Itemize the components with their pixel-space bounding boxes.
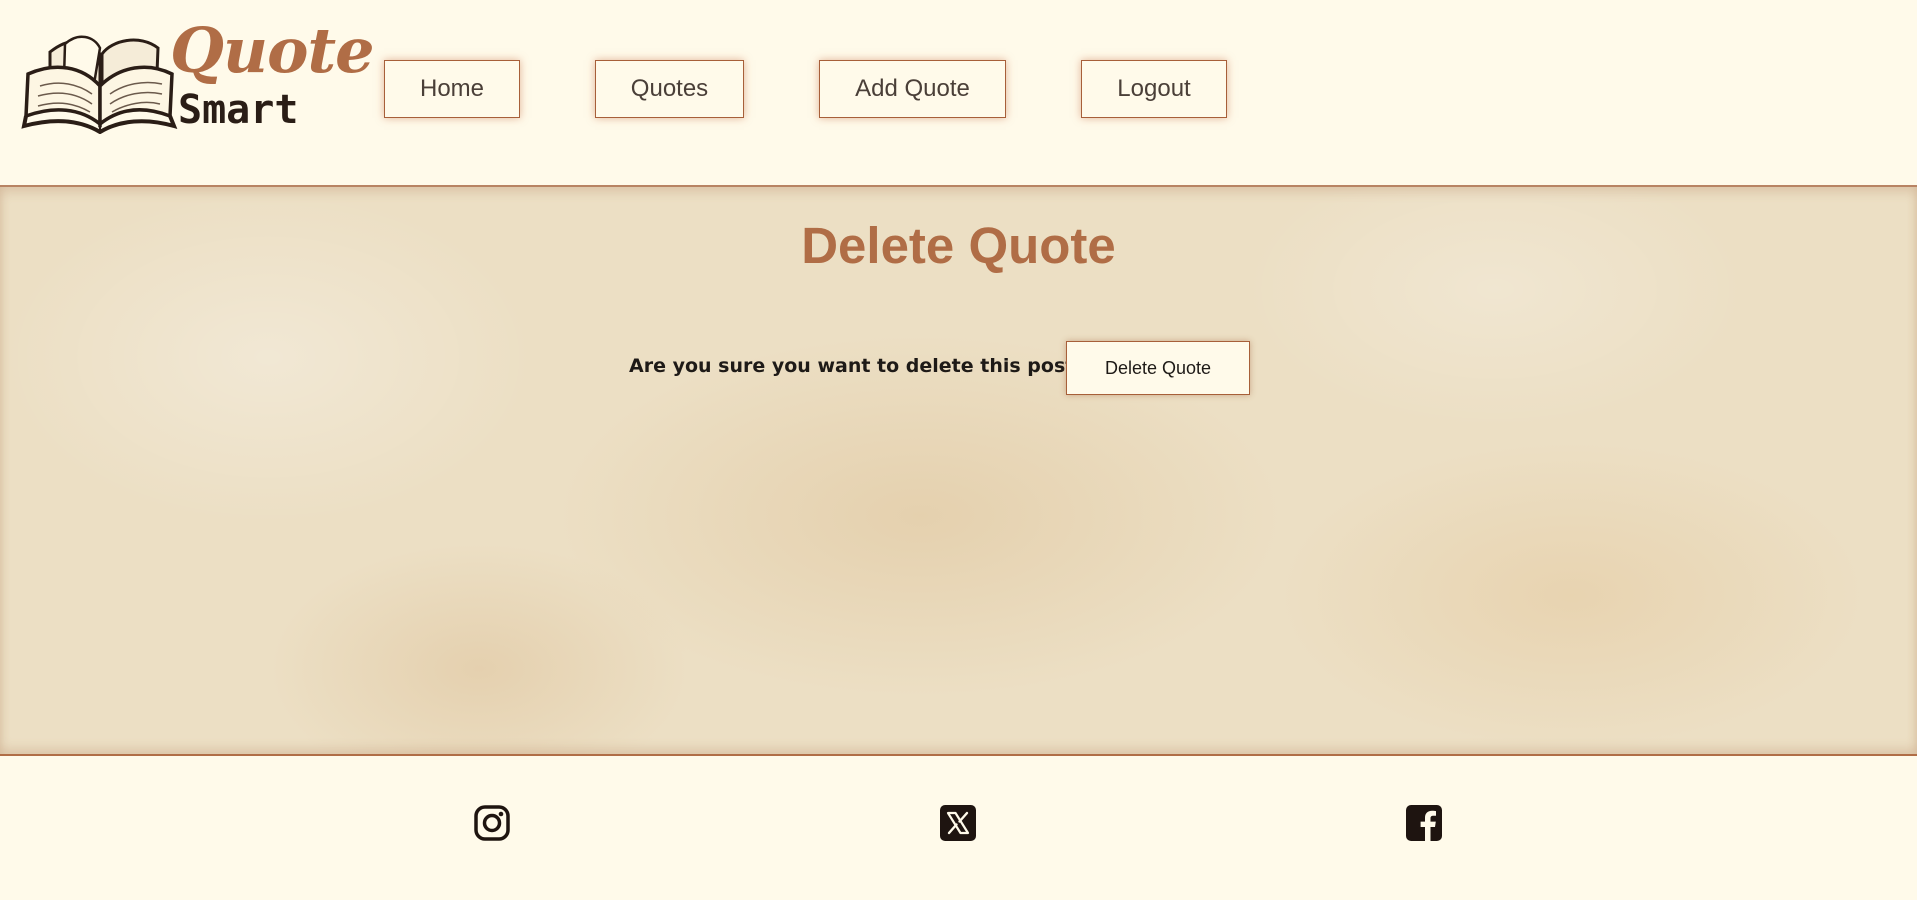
nav-add-quote-button[interactable]: Add Quote <box>819 60 1006 118</box>
open-book-icon <box>21 35 178 134</box>
nav-logout-button[interactable]: Logout <box>1081 60 1227 118</box>
page-title: Delete Quote <box>801 217 1116 274</box>
nav-home-button[interactable]: Home <box>384 60 520 118</box>
logo-text-smart: Smart <box>178 87 299 133</box>
nav-quotes-button[interactable]: Quotes <box>595 60 744 118</box>
delete-quote-button[interactable]: Delete Quote <box>1066 341 1250 395</box>
facebook-icon[interactable] <box>1405 804 1443 842</box>
site-header: Quote Smart Home Quotes Add Quote Logout <box>0 0 1917 185</box>
instagram-icon[interactable] <box>473 804 511 842</box>
delete-confirm-prompt: Are you sure you want to delete this pos… <box>629 355 1086 377</box>
logo-text-quote: Quote <box>170 14 375 87</box>
quotesmart-logo[interactable]: Quote Smart <box>20 20 375 136</box>
x-twitter-icon[interactable] <box>939 804 977 842</box>
